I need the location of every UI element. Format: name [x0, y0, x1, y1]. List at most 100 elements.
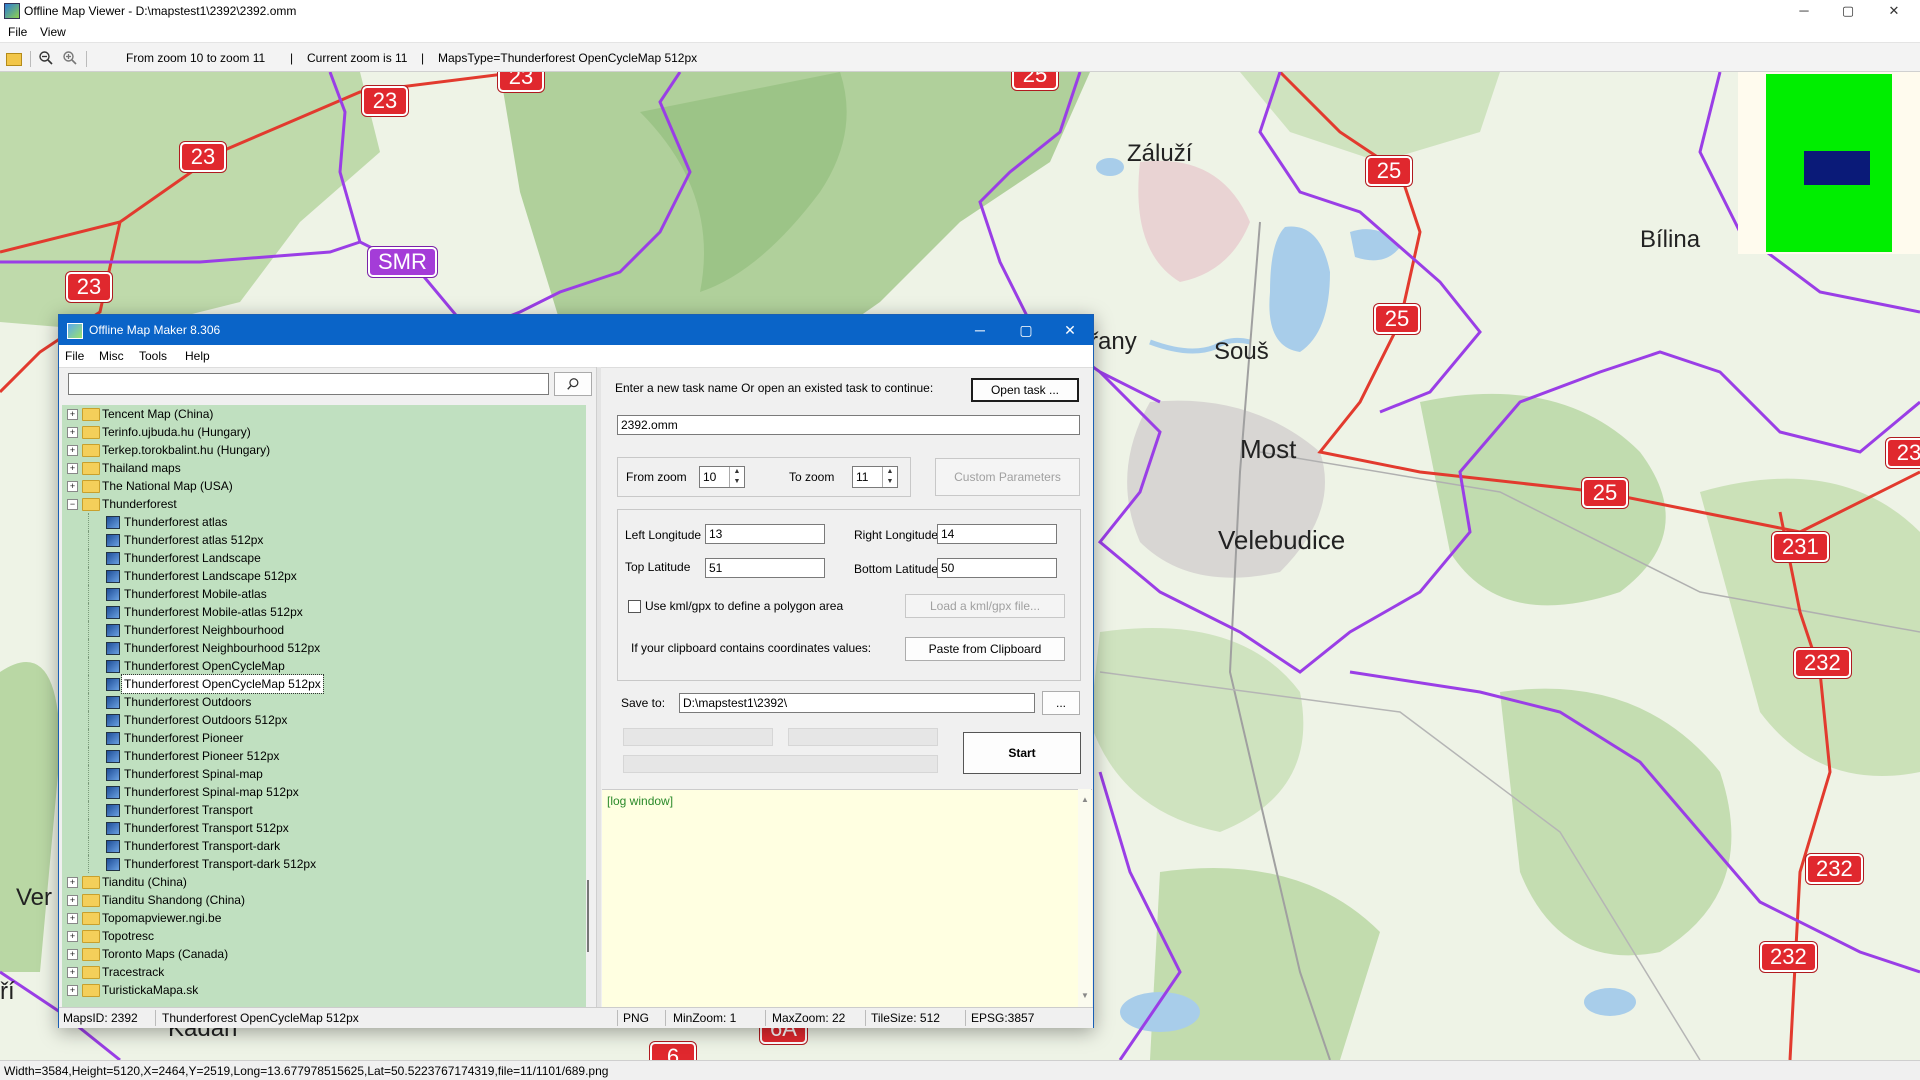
expand-icon[interactable]: +	[67, 463, 78, 474]
tree-scrollbar[interactable]	[586, 405, 594, 1007]
right-longitude-input[interactable]: 14	[937, 524, 1057, 544]
expand-icon[interactable]: +	[67, 409, 78, 420]
app-titlebar: Offline Map Viewer - D:\mapstest1\2392\2…	[0, 0, 1920, 22]
maps-type-info: MapsType=Thunderforest OpenCycleMap 512p…	[438, 51, 698, 65]
tree-item-label: Thunderforest Transport 512px	[124, 821, 289, 835]
tree-item-label: Tianditu (China)	[102, 875, 187, 889]
open-task-button[interactable]: Open task ...	[971, 378, 1079, 402]
tree-item-label: Thunderforest Spinal-map	[124, 767, 263, 781]
map-source-tree[interactable]: + Tencent Map (China) + Terinfo.ujbuda.hu (…	[62, 405, 586, 1007]
dialog-app-icon	[67, 323, 83, 339]
tree-item-label: Thunderforest Outdoors 512px	[124, 713, 288, 727]
overview-map[interactable]	[1738, 72, 1920, 254]
map-layer-icon	[106, 552, 120, 565]
map-search-input[interactable]	[68, 373, 549, 395]
zoom-in-icon[interactable]	[62, 50, 78, 66]
expand-icon[interactable]: +	[67, 895, 78, 906]
town-label: Velebudice	[1218, 525, 1346, 555]
tree-item-label: Thunderforest Transport-dark 512px	[124, 857, 317, 871]
map-layer-icon	[106, 534, 120, 547]
expand-icon[interactable]: +	[67, 949, 78, 960]
from-zoom-spinner[interactable]: 10 ▲ ▼	[699, 466, 745, 488]
dialog-menu-help[interactable]: Help	[185, 349, 210, 363]
task-name-input[interactable]: 2392.omm	[617, 415, 1080, 435]
tree-item-label: TuristickaMapa.sk	[102, 983, 199, 997]
to-zoom-label: To zoom	[789, 470, 835, 484]
town-label: Bílina	[1640, 226, 1701, 253]
search-button[interactable]	[554, 372, 592, 396]
close-button[interactable]: ✕	[1872, 0, 1916, 22]
expand-icon[interactable]: +	[67, 967, 78, 978]
expand-icon[interactable]: +	[67, 931, 78, 942]
tree-item-label: Thunderforest atlas	[124, 515, 228, 529]
log-window[interactable]: [log window]	[602, 789, 1092, 1008]
road-shield: 25	[1374, 304, 1420, 334]
status-separator	[765, 1010, 766, 1026]
dialog-titlebar[interactable]: Offline Map Maker 8.306 ─ ▢ ✕	[59, 315, 1093, 345]
panel-splitter[interactable]	[596, 367, 601, 1007]
tree-item-label: Thunderforest Neighbourhood 512px	[124, 641, 321, 655]
spin-down-icon[interactable]: ▼	[882, 477, 897, 487]
road-shield: 23	[66, 272, 112, 302]
tree-scrollbar-thumb[interactable]	[587, 880, 589, 952]
zoom-out-icon[interactable]	[38, 50, 54, 66]
spin-up-icon[interactable]: ▲	[882, 467, 897, 477]
to-zoom-spinner[interactable]: 11 ▲ ▼	[852, 466, 898, 488]
tree-item-label: Thunderforest Mobile-atlas 512px	[124, 605, 303, 619]
paste-clipboard-button[interactable]: Paste from Clipboard	[905, 637, 1065, 661]
app-menubar: File View	[0, 22, 1920, 42]
minimize-button[interactable]: ─	[1782, 0, 1826, 22]
map-layer-icon	[106, 660, 120, 673]
dialog-menu-file[interactable]: File	[65, 349, 84, 363]
start-button[interactable]: Start	[963, 732, 1081, 774]
open-folder-icon[interactable]	[6, 53, 22, 66]
menu-view[interactable]: View	[40, 25, 66, 39]
spin-down-icon[interactable]: ▼	[729, 477, 744, 487]
expand-icon[interactable]: +	[67, 427, 78, 438]
progress-bar-1	[623, 728, 773, 746]
status-separator	[965, 1010, 966, 1026]
bottom-latitude-input[interactable]: 50	[937, 558, 1057, 578]
coordinates-status: Width=3584,Height=5120,X=2464,Y=2519,Lon…	[4, 1064, 609, 1078]
dialog-minimize-button[interactable]: ─	[957, 315, 1003, 345]
dialog-menu-misc[interactable]: Misc	[99, 349, 124, 363]
kml-polygon-checkbox[interactable]	[628, 600, 641, 613]
tree-guide-line	[88, 531, 90, 549]
left-longitude-input[interactable]: 13	[705, 524, 825, 544]
maximize-button[interactable]: ▢	[1826, 0, 1870, 22]
maps-id-status: MapsID: 2392	[63, 1011, 138, 1025]
overview-viewport[interactable]	[1804, 151, 1870, 185]
collapse-icon[interactable]: −	[67, 499, 78, 510]
status-separator	[865, 1010, 866, 1026]
tree-guide-line	[88, 657, 90, 675]
info-separator: |	[290, 51, 294, 65]
top-latitude-input[interactable]: 51	[705, 558, 825, 578]
expand-icon[interactable]: +	[67, 445, 78, 456]
tree-item-label: Thunderforest Pioneer 512px	[124, 749, 280, 763]
tree-guide-line	[88, 639, 90, 657]
spin-up-icon[interactable]: ▲	[729, 467, 744, 477]
route-shield-smr: SMR	[368, 247, 437, 277]
scroll-up-icon[interactable]: ▲	[1081, 795, 1089, 804]
tree-item-label: Thunderforest	[102, 497, 177, 511]
road-shield: 23	[180, 142, 226, 172]
save-to-label: Save to:	[621, 696, 666, 710]
expand-icon[interactable]: +	[67, 913, 78, 924]
dialog-menu-tools[interactable]: Tools	[139, 349, 167, 363]
load-kml-button[interactable]: Load a kml/gpx file...	[905, 594, 1065, 618]
town-label: Ver	[16, 884, 53, 911]
map-layer-icon	[106, 678, 120, 691]
expand-icon[interactable]: +	[67, 877, 78, 888]
expand-icon[interactable]: +	[67, 481, 78, 492]
expand-icon[interactable]: +	[67, 985, 78, 996]
app-statusbar: Width=3584,Height=5120,X=2464,Y=2519,Lon…	[0, 1060, 1920, 1080]
menu-file[interactable]: File	[8, 25, 27, 39]
custom-parameters-button[interactable]: Custom Parameters	[935, 458, 1080, 496]
browse-button[interactable]: ...	[1042, 691, 1080, 715]
log-scrollbar[interactable]: ▲ ▼	[1078, 789, 1091, 1007]
dialog-close-button[interactable]: ✕	[1047, 315, 1093, 345]
save-to-input[interactable]: D:\mapstest1\2392\	[679, 693, 1035, 713]
toolbar-separator	[30, 51, 31, 67]
scroll-down-icon[interactable]: ▼	[1081, 991, 1089, 1000]
dialog-maximize-button[interactable]: ▢	[1003, 315, 1049, 345]
